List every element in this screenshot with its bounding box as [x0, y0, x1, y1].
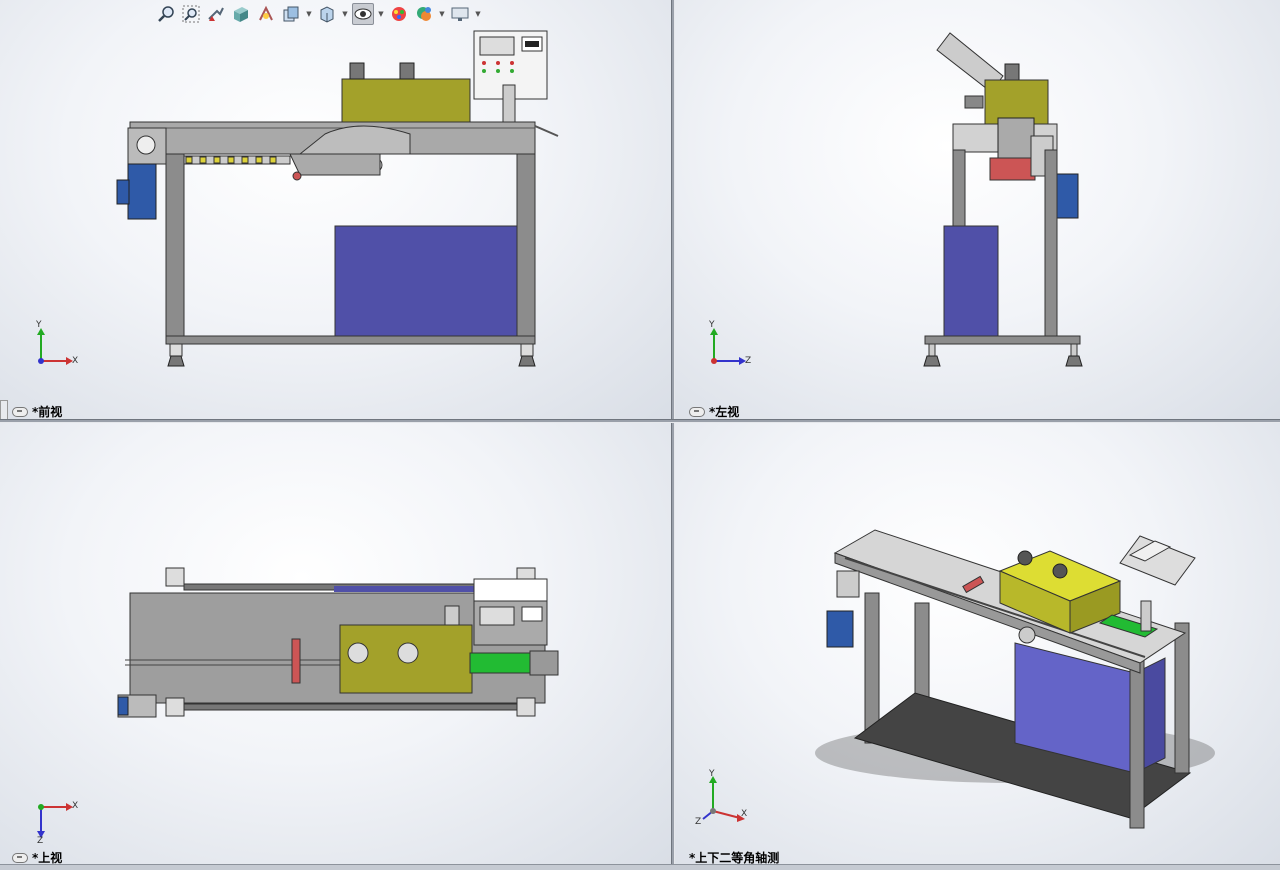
viewport-label-isometric: *上下二等角轴测	[689, 849, 779, 864]
axis-label-z: Z	[37, 836, 44, 846]
view-name: *左视	[709, 405, 740, 419]
axis-label-x: X	[72, 356, 79, 366]
status-strip	[0, 864, 1280, 870]
isometric-view-model	[702, 529, 1215, 829]
viewport-splitter-horizontal[interactable]	[0, 419, 1280, 423]
link-views-icon[interactable]	[689, 406, 705, 417]
viewport-front[interactable]: ▼ ▼ ▼ ▼ ▼ Y X *前视	[0, 0, 671, 419]
viewport-label-left: *左视	[689, 403, 739, 419]
panel-expand-handle[interactable]	[0, 400, 8, 419]
axis-label-x: X	[741, 809, 748, 819]
viewport-label-top: *上视	[12, 849, 62, 864]
axis-label-y: Y	[709, 320, 715, 330]
axis-label-x: X	[72, 801, 79, 811]
viewport-label-front: *前视	[12, 403, 62, 419]
left-view-model	[710, 32, 1083, 367]
front-view-model	[37, 30, 559, 367]
link-views-icon[interactable]	[12, 852, 28, 863]
viewport-isometric[interactable]: Y X Z *上下二等角轴测	[675, 423, 1280, 864]
view-name: *前视	[32, 405, 63, 419]
axis-label-z: Z	[745, 356, 752, 366]
axis-label-y: Y	[709, 769, 715, 779]
view-name: *上下二等角轴测	[689, 851, 780, 864]
view-name: *上视	[32, 851, 63, 864]
viewport-top[interactable]: X Z *上视	[0, 423, 671, 864]
viewport-splitter-vertical[interactable]	[671, 0, 675, 870]
link-views-icon[interactable]	[12, 406, 28, 417]
viewport-left[interactable]: Y Z *左视	[675, 0, 1280, 419]
axis-label-z: Z	[695, 817, 702, 827]
top-view-model	[37, 567, 559, 838]
axis-label-y: Y	[36, 320, 42, 330]
